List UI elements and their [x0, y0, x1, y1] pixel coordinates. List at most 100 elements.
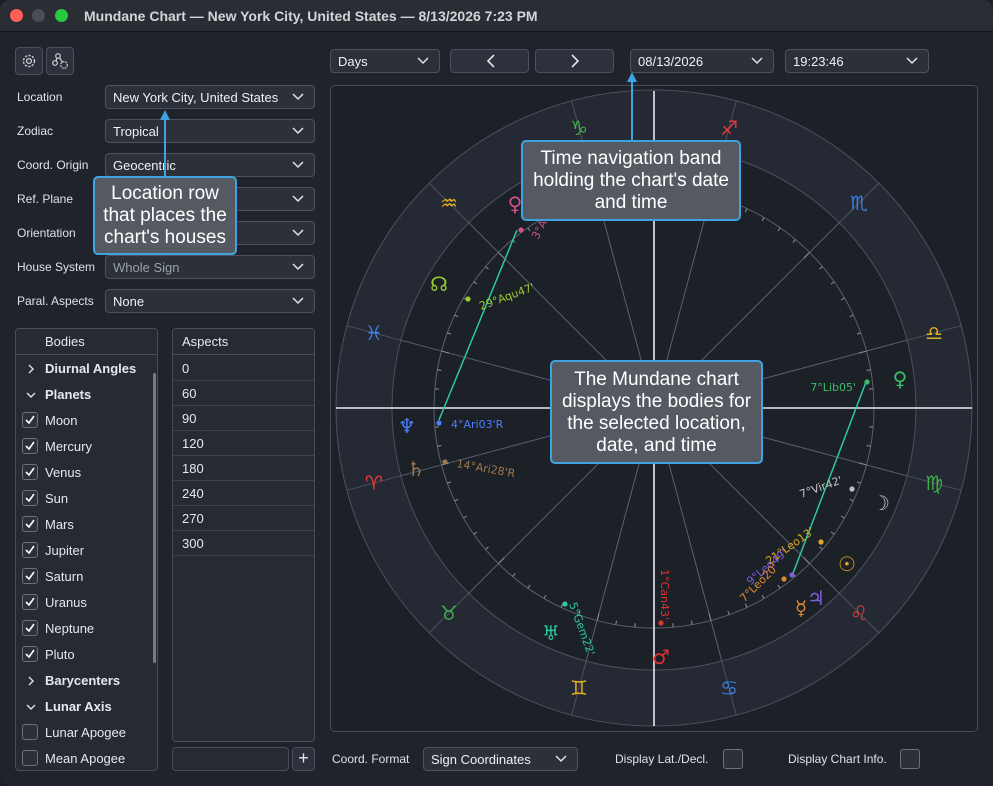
aspect-row[interactable]: 180 — [173, 456, 314, 481]
body-glyph[interactable]: ☿ — [795, 596, 807, 620]
bodies-group[interactable]: Diurnal Angles — [16, 356, 156, 382]
date-dropdown[interactable]: 08/13/2026 — [630, 49, 774, 73]
add-aspect-button[interactable]: + — [292, 747, 315, 771]
body-position-dot[interactable] — [518, 227, 524, 233]
aspect-row[interactable]: 120 — [173, 431, 314, 456]
body-checkbox[interactable] — [22, 620, 38, 636]
body-checkbox[interactable] — [22, 412, 38, 428]
body-checkbox[interactable] — [22, 646, 38, 662]
zodiac-sign-glyph: ♒ — [440, 191, 458, 215]
chart-settings-button[interactable] — [46, 47, 74, 75]
period-dropdown[interactable]: Days — [330, 49, 440, 73]
bodies-group[interactable]: Lunar Axis — [16, 694, 156, 720]
aspect-row[interactable]: 300 — [173, 531, 314, 556]
body-position-dot[interactable] — [436, 420, 442, 426]
next-button[interactable] — [535, 49, 614, 73]
chevron-left-icon — [486, 54, 495, 68]
time-nav-callout: Time navigation band holding the chart's… — [521, 140, 741, 221]
bodies-item[interactable]: Uranus — [16, 590, 156, 616]
body-checkbox[interactable] — [22, 438, 38, 454]
aspect-input[interactable] — [172, 747, 289, 771]
close-window-button[interactable] — [10, 9, 23, 22]
aspect-row[interactable]: 60 — [173, 381, 314, 406]
body-glyph[interactable]: ☉ — [838, 552, 856, 576]
chart-info-checkbox[interactable] — [900, 749, 920, 769]
body-glyph[interactable]: ♄ — [407, 457, 425, 481]
bodies-item[interactable]: Mars — [16, 512, 156, 538]
body-checkbox[interactable] — [22, 594, 38, 610]
body-checkbox[interactable] — [22, 490, 38, 506]
body-position-dot[interactable] — [849, 486, 855, 492]
chevron-down-icon — [292, 229, 304, 237]
bodies-item[interactable]: Mean Apogee — [16, 746, 156, 770]
aspect-row[interactable]: 0 — [173, 356, 314, 381]
body-glyph[interactable]: ☊ — [430, 272, 448, 296]
zodiac-sign-glyph: ♐ — [720, 116, 738, 140]
bodies-item-label: Venus — [45, 465, 82, 480]
aspect-row[interactable]: 90 — [173, 406, 314, 431]
bodies-panel: Bodies Diurnal Angles Planets Moon Mercury V… — [15, 328, 158, 771]
setting-dropdown[interactable]: Whole Sign — [105, 255, 315, 279]
body-checkbox[interactable] — [22, 568, 38, 584]
body-position-dot[interactable] — [789, 572, 795, 578]
time-value: 19:23:46 — [793, 54, 844, 69]
body-glyph[interactable]: ♆ — [398, 414, 416, 438]
body-glyph[interactable]: ♃ — [807, 586, 825, 610]
bodies-item[interactable]: Jupiter — [16, 538, 156, 564]
setting-dropdown[interactable]: None — [105, 289, 315, 313]
chevron-down-icon — [292, 297, 304, 305]
network-gear-icon — [52, 53, 68, 69]
settings-button[interactable] — [15, 47, 43, 75]
body-glyph[interactable]: ♅ — [542, 621, 560, 645]
body-checkbox[interactable] — [22, 724, 38, 740]
bodies-item[interactable]: Mercury — [16, 434, 156, 460]
checkmark-icon — [25, 623, 35, 633]
body-position-label: 4°Ari03'R — [451, 418, 504, 431]
body-checkbox[interactable] — [22, 750, 38, 766]
body-glyph[interactable]: ♀ — [893, 367, 908, 391]
bodies-scrollbar[interactable] — [153, 373, 156, 663]
degree-tick — [615, 620, 617, 625]
bodies-item[interactable]: Venus — [16, 460, 156, 486]
setting-dropdown[interactable]: Geocentric — [105, 153, 315, 177]
bodies-group[interactable]: Planets — [16, 382, 156, 408]
coord-format-dropdown[interactable]: Sign Coordinates — [423, 747, 578, 771]
chart-callout: The Mundane chart displays the bodies fo… — [550, 360, 763, 464]
minimize-window-button[interactable] — [32, 9, 45, 22]
degree-tick — [437, 445, 442, 447]
zoom-window-button[interactable] — [55, 9, 68, 22]
bodies-item-label: Mean Apogee — [45, 751, 126, 766]
chevron-down-icon — [292, 93, 304, 101]
bodies-item[interactable]: Sun — [16, 486, 156, 512]
bodies-item[interactable]: Pluto — [16, 642, 156, 668]
bodies-item[interactable]: Saturn — [16, 564, 156, 590]
aspect-row[interactable]: 270 — [173, 506, 314, 531]
period-value: Days — [338, 54, 368, 69]
aspect-row[interactable]: 240 — [173, 481, 314, 506]
zodiac-sign-glyph: ♓ — [365, 321, 383, 345]
body-position-dot[interactable] — [658, 620, 664, 626]
body-position-dot[interactable] — [781, 576, 787, 582]
body-glyph[interactable]: ♂ — [652, 645, 670, 669]
setting-dropdown[interactable]: Tropical — [105, 119, 315, 143]
bodies-group[interactable]: Barycenters — [16, 668, 156, 694]
previous-button[interactable] — [450, 49, 529, 73]
bodies-item[interactable]: Neptune — [16, 616, 156, 642]
setting-value: New York City, United States — [113, 90, 279, 105]
zodiac-sign-glyph: ♍ — [925, 471, 943, 495]
body-checkbox[interactable] — [22, 542, 38, 558]
lat-decl-checkbox[interactable] — [723, 749, 743, 769]
bodies-item[interactable]: Moon — [16, 408, 156, 434]
body-position-dot[interactable] — [442, 459, 448, 465]
degree-tick — [866, 369, 871, 371]
time-dropdown[interactable]: 19:23:46 — [785, 49, 929, 73]
bodies-item[interactable]: Lunar Apogee — [16, 720, 156, 746]
setting-dropdown[interactable]: New York City, United States — [105, 85, 315, 109]
body-position-dot[interactable] — [864, 379, 870, 385]
body-checkbox[interactable] — [22, 516, 38, 532]
body-glyph[interactable]: ☽ — [872, 491, 890, 515]
body-position-dot[interactable] — [465, 296, 471, 302]
bodies-group-label: Barycenters — [45, 673, 121, 688]
body-checkbox[interactable] — [22, 464, 38, 480]
body-position-dot[interactable] — [818, 539, 824, 545]
